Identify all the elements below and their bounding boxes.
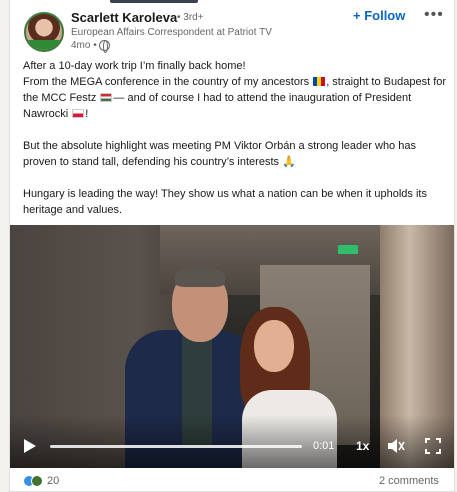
active-tab-indicator — [110, 0, 198, 3]
reaction-icons[interactable] — [23, 475, 45, 487]
moldova-flag-icon — [313, 77, 326, 86]
follow-button[interactable]: + Follow — [353, 8, 405, 23]
author-headline: European Affairs Correspondent at Patrio… — [71, 27, 272, 38]
fullscreen-icon[interactable] — [425, 438, 441, 454]
post-line-1: After a 10-day work trip I’m finally bac… — [23, 60, 246, 72]
reaction-count[interactable]: 20 — [47, 475, 59, 487]
muted-speaker-icon[interactable] — [387, 438, 405, 454]
post-paragraph-2: But the absolute highlight was meeting P… — [23, 140, 416, 168]
feed-post-card: Scarlett Karoleva • 3rd+ European Affair… — [9, 0, 455, 492]
video-player[interactable]: 0:01 1x — [10, 225, 454, 468]
play-icon[interactable] — [24, 439, 36, 453]
post-paragraph-3: Hungary is leading the way! They show us… — [23, 188, 427, 216]
support-reaction-icon — [31, 475, 43, 487]
hungary-flag-icon — [100, 93, 113, 102]
person-man-hair — [175, 267, 225, 287]
author-avatar[interactable] — [24, 12, 64, 52]
playback-speed-button[interactable]: 1x — [356, 439, 369, 453]
post-line-2d: ! — [85, 108, 89, 120]
comments-count-link[interactable]: 2 comments — [379, 475, 439, 487]
poland-flag-icon — [72, 109, 85, 118]
video-progress-bar[interactable] — [50, 445, 302, 448]
globe-icon — [99, 40, 110, 53]
post-time: 4mo • — [71, 40, 97, 51]
more-options-icon[interactable]: ••• — [424, 6, 444, 24]
video-current-time: 0:01 — [313, 440, 335, 452]
exit-sign — [338, 245, 358, 254]
author-name[interactable]: Scarlett Karoleva — [71, 10, 177, 25]
person-woman-face — [254, 320, 294, 372]
post-line-2a: From the MEGA conference in the country … — [23, 76, 313, 88]
connection-degree: • 3rd+ — [177, 12, 204, 23]
post-text: After a 10-day work trip I’m finally bac… — [23, 58, 451, 234]
